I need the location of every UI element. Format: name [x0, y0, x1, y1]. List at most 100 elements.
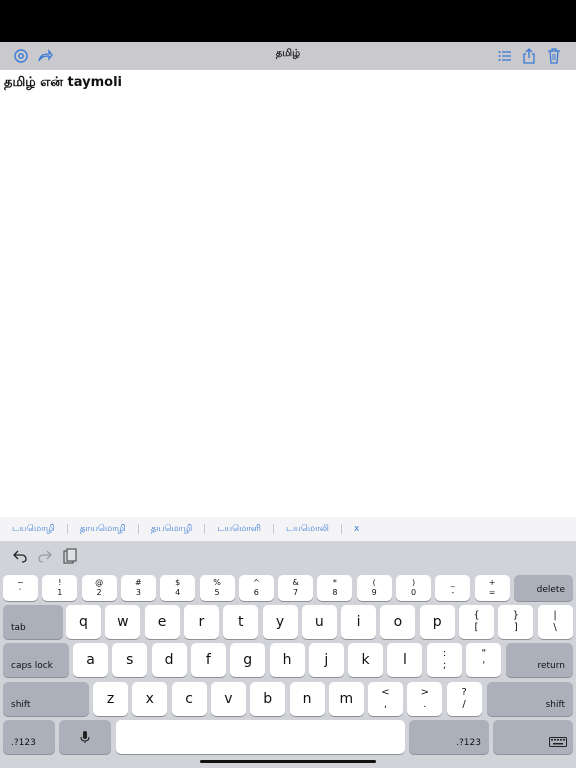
key-label: ` — [18, 588, 23, 597]
key-u[interactable]: u — [301, 605, 337, 639]
tab-key[interactable]: tab — [3, 605, 63, 639]
key-9[interactable]: (9 — [356, 575, 392, 601]
numbers-key-left[interactable]: .?123 — [3, 720, 55, 754]
share-icon[interactable] — [520, 47, 538, 65]
numbers-key-right[interactable]: .?123 — [409, 720, 489, 754]
key-e[interactable]: e — [144, 605, 180, 639]
key-label: 1 — [57, 588, 63, 597]
delete-key[interactable]: delete — [514, 575, 573, 601]
key-p[interactable]: p — [419, 605, 455, 639]
key-label: + — [488, 578, 496, 587]
key-`[interactable]: ~ ` — [3, 575, 38, 601]
key-label: : — [442, 648, 447, 659]
list-icon[interactable] — [496, 47, 514, 65]
key-8[interactable]: * 8 — [317, 575, 353, 601]
key-b[interactable]: b — [250, 682, 286, 716]
key-label: y — [275, 614, 285, 630]
key-2[interactable]: @2 — [81, 575, 117, 601]
key-label: delete — [536, 585, 565, 595]
key-label: e — [157, 614, 167, 630]
shift-key-left[interactable]: shift — [3, 682, 89, 716]
trash-icon[interactable] — [545, 47, 563, 65]
key-j[interactable]: j — [308, 643, 344, 677]
key-label: * — [332, 578, 337, 587]
key-label: 4 — [175, 588, 181, 597]
return-key[interactable]: return — [506, 643, 573, 677]
key-6[interactable]: ^ 6 — [238, 575, 274, 601]
key-=[interactable]: + = — [474, 575, 510, 601]
key-s[interactable]: s — [112, 643, 148, 677]
suggestion-divider — [66, 524, 68, 534]
key-z[interactable]: z — [93, 682, 128, 716]
microphone-key[interactable] — [59, 720, 111, 754]
suggestion-item[interactable]: டயமொழி — [6, 524, 61, 535]
key-m[interactable]: m — [328, 682, 364, 716]
key-4[interactable]: $4 — [160, 575, 196, 601]
paste-icon[interactable] — [62, 548, 78, 564]
key-i[interactable]: i — [341, 605, 377, 639]
key-label: o — [393, 614, 403, 630]
key-label: .?123 — [456, 738, 481, 748]
key-k[interactable]: k — [348, 643, 384, 677]
keyboard-hide-key[interactable] — [493, 720, 573, 754]
key-label: - — [451, 588, 455, 597]
key-o[interactable]: o — [380, 605, 416, 639]
undo-icon[interactable] — [12, 548, 28, 564]
key-label: } — [512, 610, 519, 621]
key-,[interactable]: <, — [368, 682, 403, 716]
key-d[interactable]: d — [151, 643, 187, 677]
key-label: k — [361, 652, 370, 668]
dismiss-suggestions-button[interactable]: x — [348, 524, 365, 534]
redo-icon[interactable] — [37, 548, 53, 564]
suggestion-item[interactable]: தயமொழி — [145, 524, 198, 535]
key-v[interactable]: v — [210, 682, 246, 716]
key-label: ~ — [17, 578, 24, 587]
space-key[interactable] — [116, 720, 405, 754]
caps-lock-key[interactable]: caps lock — [3, 643, 69, 677]
key-0[interactable]: ) 0 — [396, 575, 431, 601]
suggestion-item[interactable]: டயமொளி — [211, 524, 267, 535]
key-label: d — [164, 652, 174, 668]
key-.[interactable]: >. — [407, 682, 443, 716]
key-label: / — [462, 699, 466, 710]
key-f[interactable]: f — [190, 643, 226, 677]
key-label: % — [213, 578, 221, 587]
key-y[interactable]: y — [262, 605, 298, 639]
key-label: ( — [372, 578, 376, 587]
key--[interactable]: _ - — [435, 575, 471, 601]
key-label: l — [402, 652, 407, 668]
key-1[interactable]: ! 1 — [42, 575, 78, 601]
key-q[interactable]: q — [66, 605, 101, 639]
keyboard: ~ `! 1 @2 #3 $4% 5 ^ 6 & 7 * 8(9) 0 _ - + = delete tab q w e r t… — [0, 541, 576, 768]
key-label: ! — [58, 578, 62, 587]
key-label: b — [263, 691, 273, 707]
suggestion-item[interactable]: தாயமொழி — [74, 524, 132, 535]
key-x[interactable]: x — [132, 682, 168, 716]
key-/[interactable]: ? / — [446, 682, 482, 716]
key-[[interactable]: {[ — [459, 605, 494, 639]
key-5[interactable]: % 5 — [199, 575, 235, 601]
key-label: a — [86, 652, 95, 668]
key-label: 6 — [253, 588, 259, 597]
key-a[interactable]: a — [73, 643, 108, 677]
key-][interactable]: }] — [498, 605, 534, 639]
key-n[interactable]: n — [289, 682, 325, 716]
key-h[interactable]: h — [269, 643, 305, 677]
key-label: z — [106, 691, 115, 707]
key-r[interactable]: r — [183, 605, 219, 639]
key-'[interactable]: " ' — [466, 643, 502, 677]
key-3[interactable]: #3 — [120, 575, 156, 601]
key-label: = — [488, 588, 496, 597]
key-c[interactable]: c — [171, 682, 207, 716]
key-t[interactable]: t — [223, 605, 259, 639]
key-label: m — [339, 691, 354, 707]
key-;[interactable]: :; — [427, 643, 462, 677]
suggestion-item[interactable]: டயமொலி — [280, 524, 335, 535]
key-7[interactable]: & 7 — [278, 575, 314, 601]
shift-key-right[interactable]: shift — [487, 682, 573, 716]
key-w[interactable]: w — [105, 605, 141, 639]
key-g[interactable]: g — [230, 643, 266, 677]
key-\[interactable]: | \ — [537, 605, 573, 639]
document-text[interactable]: தமிழ் என் taymoli — [4, 75, 122, 91]
key-l[interactable]: l — [387, 643, 423, 677]
